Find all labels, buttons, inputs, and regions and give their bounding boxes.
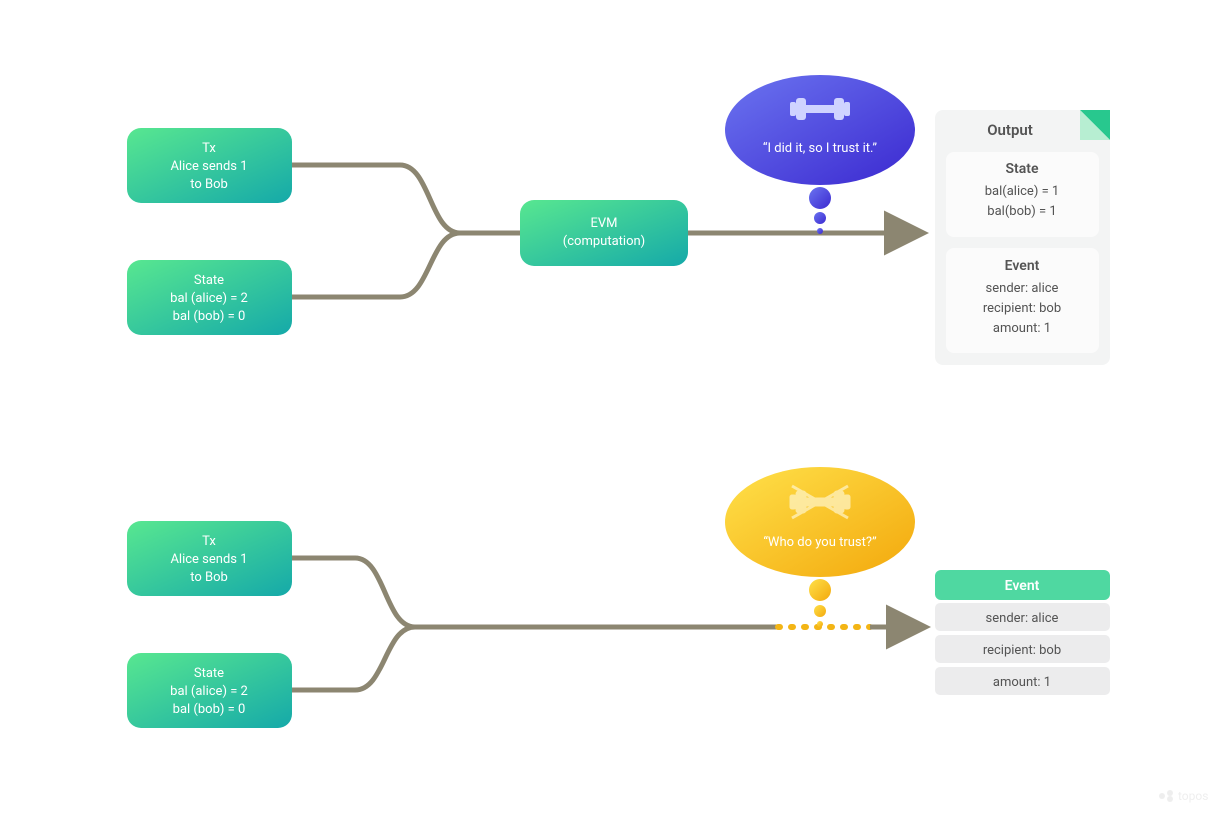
bottom-state-line2: bal (bob) = 0 [173, 702, 246, 717]
event-title: Event [1005, 578, 1040, 594]
top-tx-line1: Alice sends 1 [170, 159, 247, 174]
connector-top-state-evm [290, 233, 520, 297]
output-state-l2: bal(bob) = 1 [987, 204, 1056, 219]
output-event-l1: sender: alice [986, 281, 1059, 296]
bubble-yellow-text: “Who do you trust?” [763, 535, 877, 550]
event-table: Event sender: alice recipient: bob amoun… [935, 570, 1110, 695]
node-top-state: State bal (alice) = 2 bal (bob) = 0 [127, 260, 292, 335]
top-state-line1: bal (alice) = 2 [170, 291, 248, 306]
top-tx-title: Tx [202, 141, 216, 156]
output-event-l2: recipient: bob [983, 301, 1061, 316]
top-tx-line2: to Bob [190, 177, 228, 192]
thought-bubble-yellow: “Who do you trust?” [725, 467, 915, 627]
top-state-line2: bal (bob) = 0 [173, 309, 246, 324]
thought-bubble-blue: “I did it, so I trust it.” [725, 75, 915, 234]
watermark-logo: topos [1159, 789, 1208, 803]
watermark-text: topos [1178, 789, 1208, 803]
output-card: Output State bal(alice) = 1 bal(bob) = 1… [935, 110, 1110, 365]
bottom-state-line1: bal (alice) = 2 [170, 684, 248, 699]
bottom-tx-line2: to Bob [190, 570, 228, 585]
evm-line1: EVM [590, 216, 617, 231]
output-title: Output [987, 121, 1033, 139]
event-row-0: sender: alice [986, 611, 1059, 626]
bubble-blue-text: “I did it, so I trust it.” [763, 141, 877, 156]
node-top-tx: Tx Alice sends 1 to Bob [127, 128, 292, 203]
node-bottom-state: State bal (alice) = 2 bal (bob) = 0 [127, 653, 292, 728]
bottom-tx-title: Tx [202, 534, 216, 549]
output-state-title: State [1005, 161, 1038, 177]
output-event-title: Event [1005, 258, 1040, 274]
evm-line2: (computation) [563, 234, 645, 249]
event-row-2: amount: 1 [993, 675, 1051, 690]
bottom-tx-line1: Alice sends 1 [170, 552, 247, 567]
node-evm: EVM (computation) [520, 200, 688, 266]
node-bottom-tx: Tx Alice sends 1 to Bob [127, 521, 292, 596]
event-row-1: recipient: bob [983, 643, 1061, 658]
output-event-l3: amount: 1 [993, 321, 1051, 336]
connector-bottom-merge [290, 558, 778, 690]
bottom-state-title: State [194, 666, 224, 681]
top-state-title: State [194, 273, 224, 288]
output-state-l1: bal(alice) = 1 [985, 184, 1060, 199]
connector-top-tx-evm [290, 165, 520, 233]
